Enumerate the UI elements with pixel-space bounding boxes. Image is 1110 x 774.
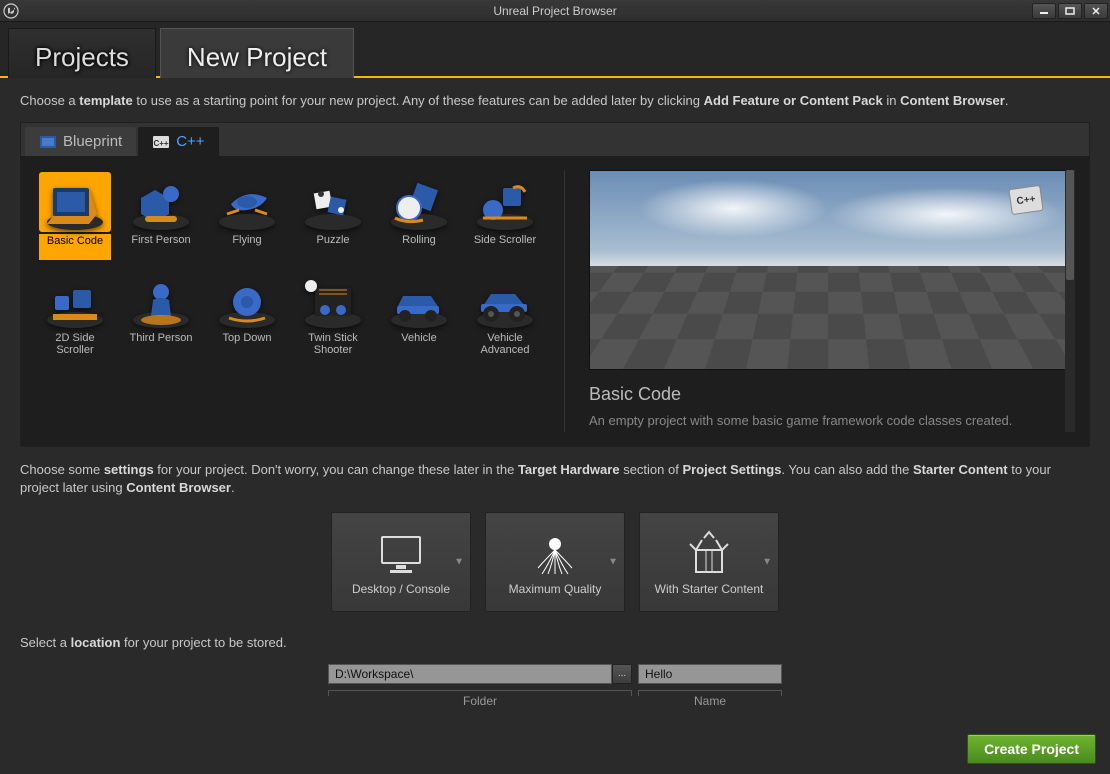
cpp-icon: C++ [152,134,170,150]
browse-folder-button[interactable]: ... [612,664,632,684]
template-first-person[interactable]: First Person [121,170,201,262]
template-label: Vehicle [401,332,436,358]
puzzle-icon [297,172,369,232]
name-field-label: Name [638,690,782,708]
third-person-icon [125,270,197,330]
setting-label: With Starter Content [655,582,764,596]
template-third-person[interactable]: Third Person [121,268,201,360]
template-label: Third Person [130,332,193,358]
template-help-text: Choose a template to use as a starting p… [20,92,1090,110]
quality-icon [530,528,580,582]
template-label: 2D Side Scroller [37,332,113,358]
template-2d-side-scroller[interactable]: 2D Side Scroller [35,268,115,360]
template-label: Top Down [223,332,272,358]
template-vehicle[interactable]: Vehicle [379,268,459,360]
tab-projects[interactable]: Projects [8,28,156,78]
settings-help-text: Choose some settings for your project. D… [20,461,1090,497]
blueprint-icon [39,134,57,150]
basic-code-icon [39,172,111,232]
chevron-down-icon: ▼ [608,556,618,567]
preview-description: An empty project with some basic game fr… [589,413,1067,428]
template-flying[interactable]: Flying [207,170,287,262]
template-grid: Basic Code First Person Flying Puzzle Rollin… [35,170,565,432]
subtab-blueprint[interactable]: Blueprint [25,127,136,156]
svg-text:C++: C++ [154,139,169,148]
template-label: Basic Code [39,234,111,260]
preview-scrollbar[interactable] [1065,170,1075,432]
chevron-down-icon: ▼ [454,556,464,567]
first-person-icon [125,172,197,232]
top-down-icon [211,270,283,330]
setting-quality[interactable]: Maximum Quality ▼ [485,512,625,612]
template-panel: Blueprint C++ C++ Basic Code First Person… [20,122,1090,447]
setting-label: Desktop / Console [352,582,450,596]
minimize-button[interactable] [1032,3,1056,19]
flying-icon [211,172,283,232]
title-bar: Unreal Project Browser [0,0,1110,22]
subtab-cpp[interactable]: C++ C++ [138,127,218,156]
subtab-label: Blueprint [63,133,122,150]
close-button[interactable] [1084,3,1108,19]
template-label: Rolling [402,234,436,260]
tab-new-project[interactable]: New Project [160,28,354,78]
template-basic-code[interactable]: Basic Code [35,170,115,262]
setting-label: Maximum Quality [509,582,602,596]
main-tabs: Projects New Project [0,22,1110,78]
location-help-text: Select a location for your project to be… [20,634,1090,652]
template-label: Vehicle Advanced [467,332,543,358]
subtab-label: C++ [176,133,204,150]
window-title: Unreal Project Browser [0,4,1110,18]
setting-target-hardware[interactable]: Desktop / Console ▼ [331,512,471,612]
folder-field-label: Folder [328,690,632,708]
preview-badge-icon: C++ [1008,185,1043,215]
chevron-down-icon: ▼ [762,556,772,567]
template-twin-stick[interactable]: Twin Stick Shooter [293,268,373,360]
template-label: Twin Stick Shooter [295,332,371,358]
side-scroller-icon [469,172,541,232]
2d-side-scroller-icon [39,270,111,330]
template-rolling[interactable]: Rolling [379,170,459,262]
create-project-button[interactable]: Create Project [967,734,1096,764]
template-puzzle[interactable]: Puzzle [293,170,373,262]
vehicle-adv-icon [469,270,541,330]
project-name-input[interactable] [638,664,782,684]
template-label: Side Scroller [474,234,536,260]
template-side-scroller[interactable]: Side Scroller [465,170,545,262]
maximize-button[interactable] [1058,3,1082,19]
twin-stick-icon [297,270,369,330]
rolling-icon [383,172,455,232]
vehicle-icon [383,270,455,330]
preview-image: C++ [589,170,1067,370]
template-label: Flying [232,234,261,260]
app-logo-icon [0,0,22,22]
folder-input[interactable] [328,664,612,684]
preview-title: Basic Code [589,384,1067,405]
template-vehicle-adv[interactable]: Vehicle Advanced [465,268,545,360]
setting-starter-content[interactable]: With Starter Content ▼ [639,512,779,612]
preview-pane: C++ Basic Code An empty project with som… [565,170,1075,432]
monitor-icon [376,528,426,582]
template-label: First Person [131,234,190,260]
template-label: Puzzle [316,234,349,260]
package-icon [684,528,734,582]
template-top-down[interactable]: Top Down [207,268,287,360]
